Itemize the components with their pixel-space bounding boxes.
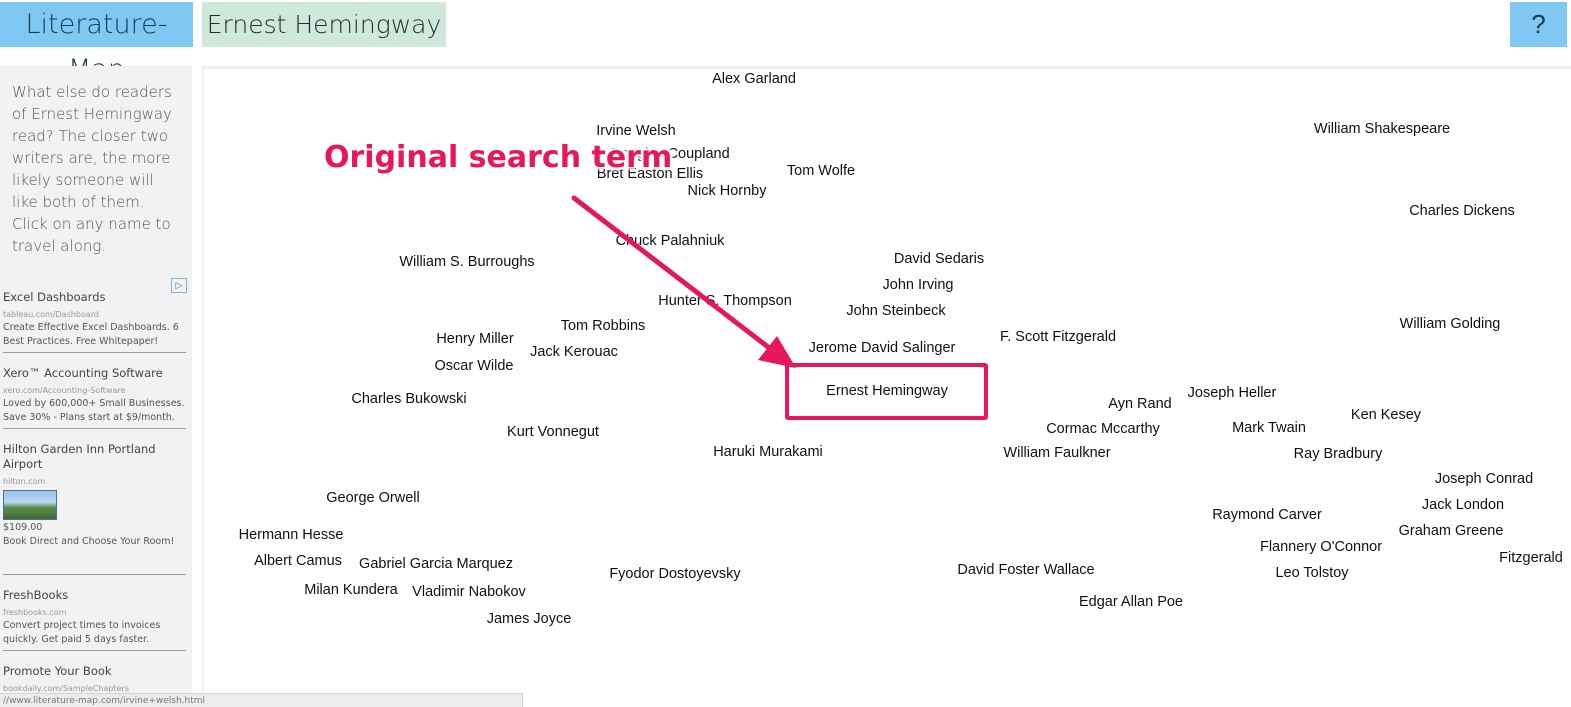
author-link[interactable]: Edgar Allan Poe (1079, 594, 1183, 610)
ad-url: freshbooks.com (3, 608, 67, 617)
author-link[interactable]: Chuck Palahniuk (616, 233, 725, 249)
author-link[interactable]: Joseph Heller (1188, 385, 1277, 401)
ad-title[interactable]: FreshBooks (3, 588, 186, 603)
current-author-title: Ernest Hemingway (202, 2, 446, 47)
author-link[interactable]: Ken Kesey (1351, 407, 1421, 423)
ad-item[interactable]: Hilton Garden Inn Portland Airport hilto… (3, 442, 186, 549)
divider (3, 428, 186, 429)
sidebar: What else do readers of Ernest Hemingway… (0, 66, 192, 707)
author-link[interactable]: John Irving (883, 277, 954, 293)
ad-url: tableau.com/Dashboard (3, 310, 99, 319)
author-link[interactable]: Charles Dickens (1409, 203, 1515, 219)
ad-title[interactable]: Hilton Garden Inn Portland Airport (3, 442, 186, 472)
status-bar-url: //www.literature-map.com/irvine+welsh.ht… (0, 693, 523, 707)
site-logo-button[interactable]: Literature-Map (0, 2, 193, 85)
divider (3, 352, 186, 353)
author-link[interactable]: Fitzgerald (1499, 550, 1563, 566)
author-link[interactable]: Charles Bukowski (351, 391, 466, 407)
author-link[interactable]: Ray Bradbury (1294, 446, 1383, 462)
annotation-label: Original search term (324, 140, 673, 175)
ad-url: hilton.com (3, 477, 46, 486)
author-link[interactable]: James Joyce (487, 611, 572, 627)
author-link[interactable]: Kurt Vonnegut (507, 424, 599, 440)
ad-title[interactable]: Promote Your Book (3, 664, 186, 679)
author-link[interactable]: Nick Hornby (688, 183, 767, 199)
ad-item[interactable]: Excel Dashboards tableau.com/Dashboard C… (3, 290, 186, 349)
author-link[interactable]: David Sedaris (894, 251, 984, 267)
author-link[interactable]: William Faulkner (1003, 445, 1110, 461)
author-link[interactable]: Jerome David Salinger (809, 340, 956, 356)
ad-title[interactable]: Excel Dashboards (3, 290, 186, 305)
ad-price: $109.00 (3, 522, 43, 533)
author-link[interactable]: F. Scott Fitzgerald (1000, 329, 1116, 345)
author-link[interactable]: David Foster Wallace (957, 562, 1094, 578)
ad-title[interactable]: Xero™ Accounting Software (3, 366, 186, 381)
hotel-thumbnail-image[interactable] (3, 490, 57, 520)
author-link[interactable]: Tom Robbins (561, 318, 646, 334)
ad-item[interactable]: Promote Your Book bookdaily.com/SampleCh… (3, 664, 186, 695)
author-link[interactable]: Tom Wolfe (787, 163, 855, 179)
author-link[interactable]: William S. Burroughs (399, 254, 534, 270)
author-link[interactable]: Milan Kundera (304, 582, 398, 598)
author-link[interactable]: Jack London (1422, 497, 1504, 513)
ad-description: Create Effective Excel Dashboards. 6 Bes… (3, 322, 179, 347)
author-link[interactable]: Leo Tolstoy (1275, 565, 1348, 581)
divider (3, 574, 186, 575)
author-link[interactable]: Vladimir Nabokov (412, 584, 526, 600)
divider (3, 650, 186, 651)
author-link[interactable]: Irvine Welsh (596, 123, 676, 139)
author-link[interactable]: Mark Twain (1232, 420, 1306, 436)
ad-description: Loved by 600,000+ Small Businesses. Save… (3, 398, 185, 423)
ad-url: xero.com/Accounting-Software (3, 386, 126, 395)
author-link[interactable]: Hunter S. Thompson (658, 293, 792, 309)
ad-item[interactable]: Xero™ Accounting Software xero.com/Accou… (3, 366, 186, 425)
author-link[interactable]: Henry Miller (436, 331, 513, 347)
author-link[interactable]: John Steinbeck (846, 303, 945, 319)
author-link[interactable]: Jack Kerouac (530, 344, 618, 360)
ad-description: Book Direct and Choose Your Room! (3, 536, 175, 547)
author-link[interactable]: Raymond Carver (1212, 507, 1322, 523)
author-link[interactable]: Joseph Conrad (1435, 471, 1533, 487)
author-link[interactable]: Gabriel Garcia Marquez (359, 556, 513, 572)
author-link[interactable]: William Golding (1400, 316, 1501, 332)
author-link[interactable]: Cormac Mccarthy (1046, 421, 1160, 437)
author-link[interactable]: Ayn Rand (1108, 396, 1171, 412)
author-link[interactable]: Oscar Wilde (435, 358, 514, 374)
highlight-box (785, 363, 988, 420)
author-link[interactable]: Albert Camus (254, 553, 342, 569)
author-link[interactable]: Graham Greene (1399, 523, 1504, 539)
author-link[interactable]: Flannery O'Connor (1260, 539, 1382, 555)
ad-description: Convert project times to invoices quickl… (3, 620, 161, 645)
help-button[interactable]: ? (1510, 2, 1567, 47)
author-link[interactable]: George Orwell (326, 490, 419, 506)
author-link[interactable]: Haruki Murakami (713, 444, 823, 460)
ad-item[interactable]: FreshBooks freshbooks.com Convert projec… (3, 588, 186, 647)
author-link[interactable]: Alex Garland (712, 71, 796, 87)
author-link[interactable]: Hermann Hesse (239, 527, 344, 543)
author-link[interactable]: Fyodor Dostoyevsky (609, 566, 740, 582)
intro-text: What else do readers of Ernest Hemingway… (12, 83, 172, 255)
author-link[interactable]: William Shakespeare (1314, 121, 1450, 137)
